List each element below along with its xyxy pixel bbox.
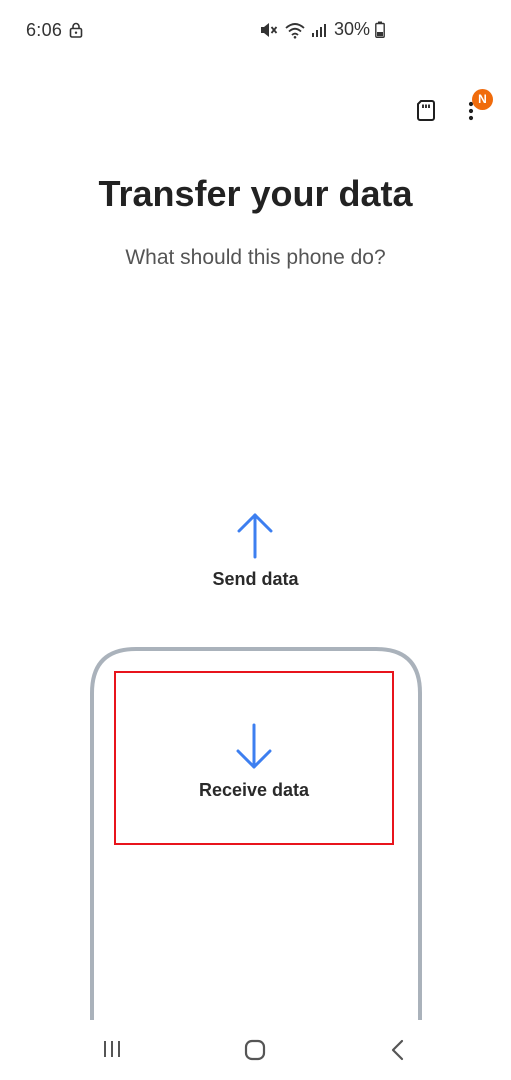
notification-badge: N: [472, 89, 493, 110]
send-data-label[interactable]: Send data: [0, 569, 511, 590]
navigation-bar: [0, 1020, 511, 1080]
status-icons: 30%: [259, 19, 385, 40]
receive-data-option[interactable]: Receive data: [114, 671, 394, 845]
lock-icon: [69, 22, 83, 38]
home-icon[interactable]: [242, 1037, 268, 1063]
page-title: Transfer your data: [98, 173, 413, 214]
battery-icon: [375, 21, 385, 38]
recents-icon[interactable]: [100, 1038, 124, 1060]
signal-icon: [311, 22, 327, 38]
sd-card-icon[interactable]: [414, 98, 438, 122]
wifi-icon: [284, 21, 306, 39]
page-subtitle: What should this phone do?: [125, 246, 386, 269]
battery-percent: 30%: [333, 19, 370, 39]
back-icon[interactable]: [388, 1037, 408, 1063]
arrow-down-icon: [235, 723, 273, 771]
arrow-up-icon: [236, 511, 274, 559]
status-time: 6:06: [26, 20, 63, 40]
status-bar: 6:06 30%: [0, 0, 511, 62]
mute-icon: [259, 21, 279, 39]
smart-switch-screen: 6:06 30% N Transfer your data What shoul…: [0, 0, 511, 1080]
receive-data-label[interactable]: Receive data: [116, 780, 392, 801]
